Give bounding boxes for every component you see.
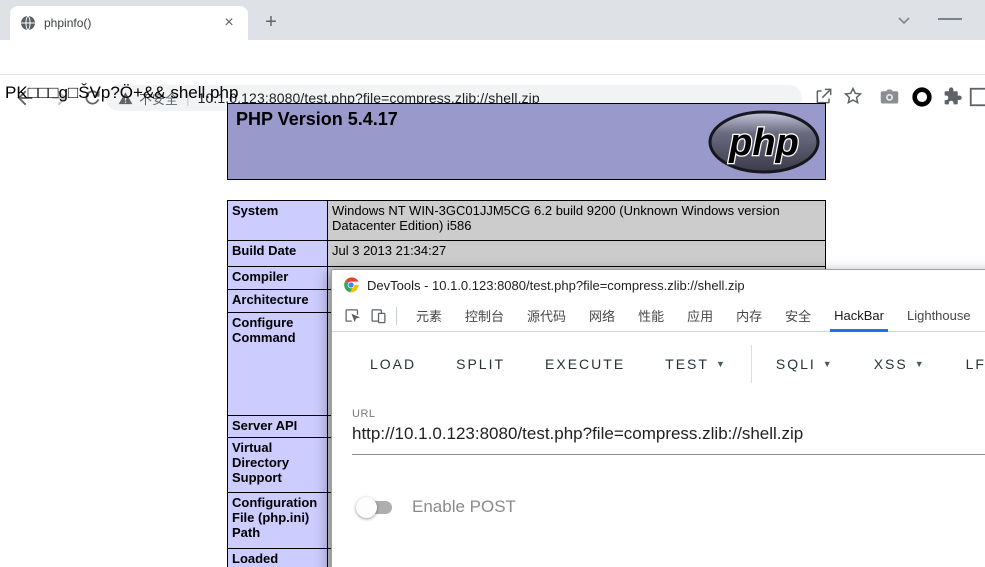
hackbar-toolbar-divider: [751, 345, 752, 383]
window-minimize-icon[interactable]: [938, 18, 962, 20]
devtools-tab-memory[interactable]: 内存: [726, 300, 772, 332]
devtools-tab-application[interactable]: 应用: [677, 300, 723, 332]
hackbar-test-dropdown[interactable]: TEST▼: [645, 356, 747, 372]
url-field-value[interactable]: http://10.1.0.123:8080/test.php?file=com…: [352, 424, 985, 444]
circle-extension-icon[interactable]: [911, 86, 933, 108]
devtools-tab-console[interactable]: 控制台: [455, 300, 514, 332]
info-label: System: [228, 201, 328, 241]
devtools-tab-hackbar[interactable]: HackBar: [824, 300, 894, 332]
hackbar-sqli-dropdown[interactable]: SQLI▼: [756, 356, 854, 372]
device-toolbar-icon[interactable]: [366, 304, 390, 328]
info-value: Jul 3 2013 21:34:27: [328, 241, 826, 267]
url-field-label: URL: [352, 408, 985, 420]
profile-icon[interactable]: [968, 86, 985, 108]
new-tab-button[interactable]: +: [258, 10, 284, 36]
extensions-puzzle-icon[interactable]: [942, 86, 964, 108]
browser-tab-strip: phpinfo() × +: [0, 0, 985, 40]
toggle-thumb[interactable]: [356, 497, 377, 518]
devtools-tab-sources[interactable]: 源代码: [517, 300, 576, 332]
devtools-tab-elements[interactable]: 元素: [406, 300, 452, 332]
info-label: Architecture: [228, 290, 328, 313]
enable-post-row: Enable POST: [358, 497, 985, 517]
info-label: Compiler: [228, 267, 328, 290]
php-version-header: PHP Version 5.4.17 php: [227, 103, 826, 180]
devtools-tab-performance[interactable]: 性能: [628, 300, 674, 332]
globe-icon: [20, 15, 36, 31]
devtools-titlebar[interactable]: DevTools - 10.1.0.123:8080/test.php?file…: [332, 270, 985, 300]
info-label: Configuration File (php.ini) Path: [228, 493, 328, 549]
devtools-window: DevTools - 10.1.0.123:8080/test.php?file…: [331, 269, 985, 567]
hackbar-lfi-dropdown[interactable]: LFI▼: [946, 356, 985, 372]
hackbar-url-field[interactable]: URL http://10.1.0.123:8080/test.php?file…: [352, 408, 985, 455]
tab-close-icon[interactable]: ×: [220, 14, 238, 32]
info-value: Windows NT WIN-3GC01JJM5CG 6.2 build 920…: [328, 201, 826, 241]
tab-search-chevron-icon[interactable]: [896, 12, 912, 28]
browser-toolbar: 不安全 | 10.1.0.123:8080/test.php?file=comp…: [0, 40, 985, 75]
camera-extension-icon[interactable]: [879, 86, 901, 108]
dropdown-caret-icon: ▼: [716, 359, 727, 369]
hackbar-load-button[interactable]: LOAD: [350, 356, 436, 372]
tabbar-divider: [396, 307, 397, 325]
hackbar-execute-button[interactable]: EXECUTE: [525, 356, 645, 372]
devtools-tab-security[interactable]: 安全: [775, 300, 821, 332]
php-logo-text: php: [728, 122, 799, 164]
dropdown-caret-icon: ▼: [823, 359, 834, 369]
devtools-tab-network[interactable]: 网络: [579, 300, 625, 332]
info-label: Loaded: [228, 549, 328, 567]
enable-post-label: Enable POST: [412, 497, 516, 517]
info-label: Server API: [228, 416, 328, 438]
hackbar-split-button[interactable]: SPLIT: [436, 356, 525, 372]
raw-zip-output-text: PK□□□g□ŠVp?Ö+&& shell.php: [5, 83, 238, 103]
hackbar-toolbar: LOAD SPLIT EXECUTE TEST▼ SQLI▼ XSS▼ LFI▼: [332, 344, 985, 384]
inspect-element-icon[interactable]: [340, 304, 364, 328]
table-row: Build Date Jul 3 2013 21:34:27: [228, 241, 826, 267]
tab-title: phpinfo(): [44, 16, 220, 30]
php-logo: php: [708, 110, 820, 174]
enable-post-toggle[interactable]: [358, 497, 394, 517]
dropdown-caret-icon: ▼: [915, 359, 926, 369]
table-row: System Windows NT WIN-3GC01JJM5CG 6.2 bu…: [228, 201, 826, 241]
chrome-logo-icon: [343, 277, 359, 293]
devtools-tab-lighthouse[interactable]: Lighthouse: [897, 300, 981, 332]
bookmark-star-icon[interactable]: [843, 86, 865, 108]
devtools-tab-bar: 元素 控制台 源代码 网络 性能 应用 内存 安全 HackBar Lighth…: [332, 300, 985, 332]
info-label: Virtual Directory Support: [228, 438, 328, 493]
url-field-underline: [352, 454, 985, 455]
browser-tab[interactable]: phpinfo() ×: [10, 6, 248, 40]
devtools-window-title: DevTools - 10.1.0.123:8080/test.php?file…: [367, 278, 745, 293]
info-label: Configure Command: [228, 313, 328, 416]
info-label: Build Date: [228, 241, 328, 267]
hackbar-xss-dropdown[interactable]: XSS▼: [854, 356, 946, 372]
